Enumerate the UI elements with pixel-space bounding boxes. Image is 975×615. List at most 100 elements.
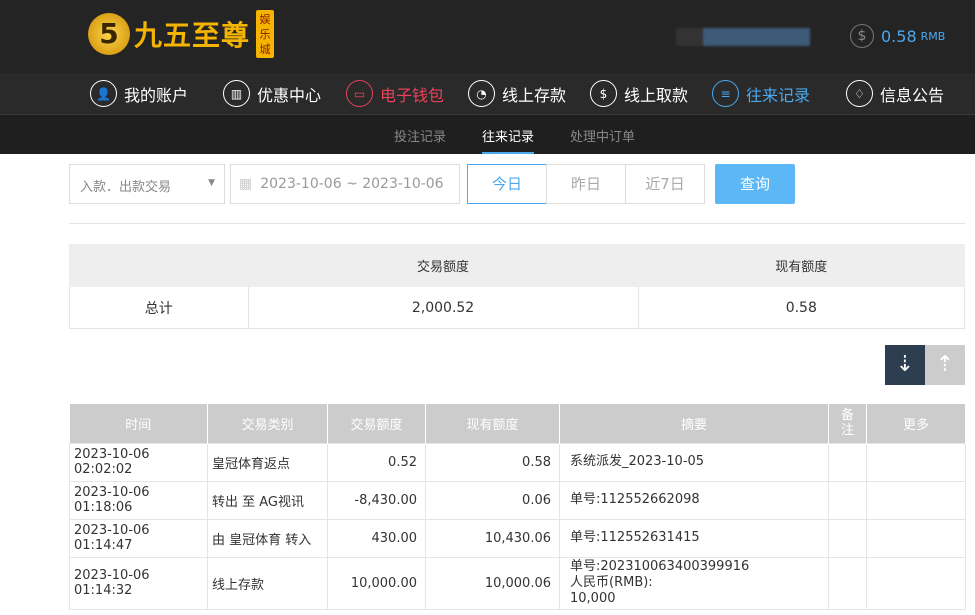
cell-amount: -8,430.00 [327, 480, 426, 520]
balance-currency: RMB [920, 29, 946, 43]
nav-label: 电子钱包 [380, 85, 445, 105]
summary-label: 总计 [69, 286, 249, 329]
column-header: 交易额度 [327, 404, 426, 443]
cell-balance: 0.58 [425, 442, 560, 482]
cell-note [828, 442, 867, 482]
nav-my-account[interactable]: 👤 我的账户 [90, 80, 188, 107]
search-button[interactable]: 查询 [715, 164, 795, 204]
memo-line: 系统派发_2023-10-05 [570, 454, 705, 469]
sub-nav: 投注记录 往来记录 处理中订单 [0, 115, 975, 154]
balance-amount: 0.58 [881, 26, 917, 46]
cell-balance: 10,000.06 [425, 556, 560, 610]
calendar-icon: ▦ [239, 176, 253, 192]
nav-label: 信息公告 [880, 85, 945, 105]
cell-type: 线上存款 [207, 556, 328, 610]
column-header: 摘要 [559, 404, 829, 443]
nav-deposit[interactable]: ◔ 线上存款 [468, 80, 566, 107]
nav-label: 往来记录 [746, 85, 811, 105]
summary-header: 现有额度 [637, 244, 966, 287]
nav-label: 我的账户 [124, 85, 189, 105]
sort-descending-icon[interactable]: ⇣ [885, 345, 925, 385]
summary-balance: 0.58 [637, 286, 966, 329]
memo-line: 单号:112552662098 [570, 492, 700, 507]
summary-header [69, 244, 249, 287]
wallet-icon: ▭ [346, 80, 373, 107]
cell-amount: 430.00 [327, 518, 426, 558]
logo-emblem: 5 [88, 13, 130, 55]
transactions-table: 时间 交易类别 交易额度 现有额度 摘要 备注 更多 2023-10-06 02… [69, 404, 966, 610]
dollar-icon: $ [850, 24, 874, 48]
column-header: 时间 [69, 404, 208, 443]
sort-ascending-icon[interactable]: ⇡ [925, 345, 965, 385]
cell-time: 2023-10-06 01:14:47 [69, 518, 208, 558]
table-row: 2023-10-06 01:14:47 由 皇冠体育 转入 430.00 10,430… [69, 518, 966, 558]
memo-line: 10,000 [570, 591, 616, 606]
cell-more [866, 556, 966, 610]
column-header: 更多 [866, 404, 966, 443]
column-header: 备注 [828, 404, 867, 443]
records-icon: ≡ [712, 80, 739, 107]
cell-more [866, 518, 966, 558]
summary-table: 交易额度 现有额度 总计 2,000.52 0.58 [69, 244, 966, 329]
memo-line: 人民币(RMB): [570, 575, 653, 590]
yesterday-button[interactable]: 昨日 [546, 164, 626, 204]
cell-more [866, 442, 966, 482]
transaction-type-select[interactable]: 入款．出款交易 ▼ [69, 164, 225, 204]
nav-e-wallet[interactable]: ▭ 电子钱包 [346, 80, 444, 107]
nav-promotions[interactable]: ▥ 优惠中心 [223, 80, 321, 107]
tab-transaction-records[interactable]: 往来记录 [482, 126, 535, 154]
cell-memo: 单号:202310063400399916 人民币(RMB): 10,000 [559, 556, 829, 610]
tab-bet-records[interactable]: 投注记录 [394, 126, 446, 145]
cell-type: 转出 至 AG视讯 [207, 480, 328, 520]
nav-label: 线上存款 [502, 85, 567, 105]
main-nav: 👤 我的账户 ▥ 优惠中心 ▭ 电子钱包 ◔ 线上存款 $ 线上取款 ≡ 往来记录 ♢ 信息公… [0, 73, 975, 115]
user-icon: 👤 [90, 80, 117, 107]
memo-line: 单号:202310063400399916 [570, 559, 750, 574]
summary-header: 交易额度 [247, 244, 639, 287]
deposit-icon: ◔ [468, 80, 495, 107]
nav-records[interactable]: ≡ 往来记录 [712, 80, 810, 107]
memo-line: 单号:112552631415 [570, 530, 700, 545]
table-row: 2023-10-06 01:14:32 线上存款 10,000.00 10,000.0… [69, 556, 966, 610]
cell-time: 2023-10-06 01:18:06 [69, 480, 208, 520]
cell-time: 2023-10-06 01:14:32 [69, 556, 208, 610]
cell-note [828, 556, 867, 610]
nav-withdraw[interactable]: $ 线上取款 [590, 80, 688, 107]
cell-time: 2023-10-06 02:02:02 [69, 442, 208, 482]
divider [69, 223, 965, 224]
withdraw-icon: $ [590, 80, 617, 107]
nav-label: 线上取款 [624, 85, 689, 105]
date-range-value: 2023-10-06 ~ 2023-10-06 [260, 176, 444, 192]
cell-type: 由 皇冠体育 转入 [207, 518, 328, 558]
column-header: 交易类别 [207, 404, 328, 443]
summary-amount: 2,000.52 [247, 286, 639, 329]
cell-amount: 10,000.00 [327, 556, 426, 610]
cell-balance: 10,430.06 [425, 518, 560, 558]
logo[interactable]: 5 九五至尊 娱乐城 [88, 10, 275, 58]
logo-text: 九五至尊 [134, 19, 251, 52]
column-header: 现有额度 [425, 404, 560, 443]
balance-display: $ 0.58 RMB [850, 24, 945, 48]
cell-note [828, 518, 867, 558]
table-row: 2023-10-06 02:02:02 皇冠体育返点 0.52 0.58 系统派发_20… [69, 442, 966, 482]
select-value: 入款．出款交易 [80, 180, 172, 195]
gift-icon: ▥ [223, 80, 250, 107]
logo-badge: 娱乐城 [256, 10, 275, 58]
cell-memo: 单号:112552631415 [559, 518, 829, 558]
today-button[interactable]: 今日 [467, 164, 547, 204]
table-row: 2023-10-06 01:18:06 转出 至 AG视讯 -8,430.00 0.0… [69, 480, 966, 520]
last-7-days-button[interactable]: 近7日 [625, 164, 705, 204]
tab-pending-orders[interactable]: 处理中订单 [570, 126, 635, 145]
nav-announcements[interactable]: ♢ 信息公告 [846, 80, 944, 107]
cell-type: 皇冠体育返点 [207, 442, 328, 482]
cell-memo: 系统派发_2023-10-05 [559, 442, 829, 482]
username-blurred [676, 28, 810, 46]
cell-note [828, 480, 867, 520]
nav-label: 优惠中心 [257, 85, 322, 105]
bell-icon: ♢ [846, 80, 873, 107]
cell-more [866, 480, 966, 520]
date-range-input[interactable]: ▦ 2023-10-06 ~ 2023-10-06 [230, 164, 460, 204]
cell-amount: 0.52 [327, 442, 426, 482]
cell-balance: 0.06 [425, 480, 560, 520]
header: 5 九五至尊 娱乐城 $ 0.58 RMB [0, 0, 975, 73]
